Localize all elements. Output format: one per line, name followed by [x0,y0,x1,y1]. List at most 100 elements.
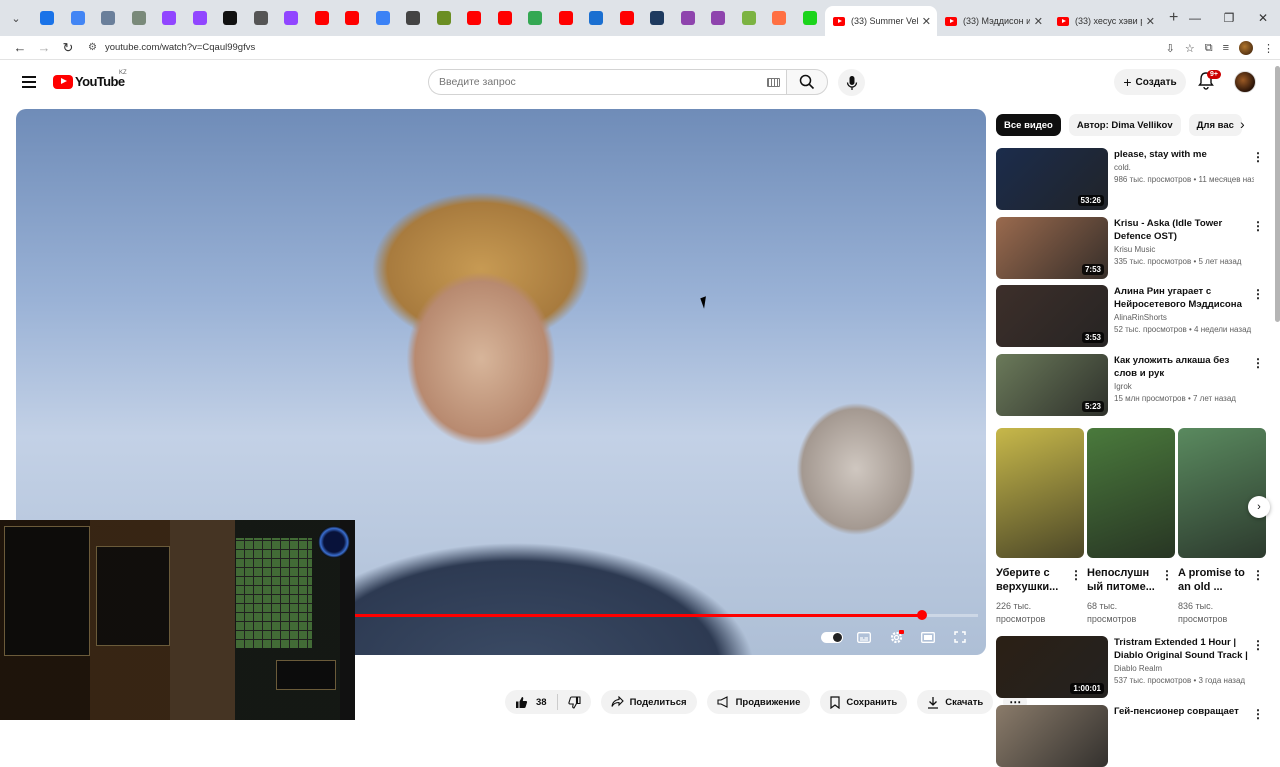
pinned-tab[interactable] [581,0,612,36]
more-vert-icon[interactable]: ⋮ [1252,219,1264,233]
recommended-video[interactable]: 1:00:01 Tristram Extended 1 Hour | Diablo… [996,636,1268,698]
progress-scrubber[interactable] [916,610,927,620]
url-field[interactable]: ⚙ youtube.com/watch?v=Cqaul99gfvs [88,42,255,53]
short-title[interactable]: Уберите с верхушки... [996,566,1066,594]
menu-icon[interactable] [22,76,36,88]
recommended-video[interactable]: 53:26 please, stay with me cold. 986 тыс. п… [996,148,1268,210]
short-title[interactable]: Непослушн ый питоме... [1087,566,1157,594]
tab[interactable]: (33) Мэддисон игр ✕ [937,6,1049,36]
pinned-tab[interactable] [124,0,155,36]
video-thumbnail[interactable]: 53:26 [996,148,1108,210]
video-title[interactable]: Алина Рин угарает с Нейросетевого Мэддис… [1114,285,1254,311]
pinned-tab[interactable] [429,0,460,36]
video-thumbnail[interactable]: 7:53 [996,217,1108,279]
close-tab-icon[interactable]: ✕ [1034,15,1043,28]
subtitles-button[interactable] [848,627,880,647]
recommended-video[interactable]: Гей-пенсионер совращает ⋮ [996,705,1268,767]
like-button[interactable]: 38 [505,694,558,710]
profile-avatar[interactable] [1239,41,1253,55]
pinned-tab[interactable] [520,0,551,36]
share-button[interactable]: Поделиться [600,690,697,714]
pinned-tab[interactable] [734,0,765,36]
page-scrollbar[interactable] [1275,66,1280,322]
restore-icon[interactable]: ❐ [1212,0,1246,36]
install-icon[interactable]: ⇩ [1166,42,1175,55]
dislike-button[interactable] [558,694,591,710]
fullscreen-button[interactable] [944,627,976,647]
bookmark-star-icon[interactable]: ☆ [1185,42,1195,55]
voice-search-button[interactable] [838,69,865,96]
channel-name[interactable]: AlinaRinShorts [1114,313,1254,322]
extensions-icon[interactable]: ⧉ [1205,42,1213,55]
account-avatar[interactable] [1234,71,1256,93]
more-vert-icon[interactable]: ⋮ [1252,707,1264,721]
more-vert-icon[interactable]: ⋮ [1161,568,1173,582]
shorts-next-button[interactable]: › [1248,496,1270,518]
channel-name[interactable]: Diablo Realm [1114,664,1254,673]
short-thumbnail[interactable] [1087,428,1175,558]
short-item[interactable]: A promise to an old ... 836 тыс. просмот… [1178,428,1266,626]
youtube-logo[interactable]: YouTube KZ [53,70,127,89]
video-thumbnail[interactable]: 1:00:01 [996,636,1108,698]
minimize-icon[interactable]: — [1178,0,1212,36]
recommended-video[interactable]: 3:53 Алина Рин угарает с Нейросетевого Мэ… [996,285,1268,347]
miniplayer-button[interactable] [912,627,944,647]
reload-icon[interactable]: ↻ [56,36,80,60]
channel-name[interactable]: cold. [1114,163,1254,172]
close-tab-icon[interactable]: ✕ [1146,15,1155,28]
settings-button[interactable] [880,627,912,647]
chip-for-you[interactable]: Для вас [1188,114,1242,136]
video-title[interactable]: Как уложить алкаша без слов и рук [1114,354,1254,380]
keyboard-icon[interactable] [767,78,780,87]
pinned-tab[interactable] [307,0,338,36]
pinned-tab[interactable] [154,0,185,36]
pinned-tab[interactable] [185,0,216,36]
pinned-tab[interactable] [337,0,368,36]
tab[interactable]: (33) хесус хэви ра ✕ [1049,6,1161,36]
pinned-tab[interactable] [93,0,124,36]
short-thumbnail[interactable] [1178,428,1266,558]
search-input[interactable] [439,76,739,88]
pinned-tab[interactable] [764,0,795,36]
browser-menu-icon[interactable]: ⋮ [1263,42,1274,55]
pinned-tab[interactable] [398,0,429,36]
new-tab-icon[interactable]: + [1169,9,1178,27]
pinned-tab[interactable] [459,0,490,36]
chevron-right-icon[interactable]: › [1240,116,1245,132]
close-tab-icon[interactable]: ✕ [922,15,931,28]
site-info-icon[interactable]: ⚙ [88,42,97,53]
more-vert-icon[interactable]: ⋮ [1252,150,1264,164]
more-vert-icon[interactable]: ⋮ [1252,287,1264,301]
tab-active[interactable]: (33) Summer Vellik ✕ [825,6,937,36]
promote-button[interactable]: Продвижение [706,690,811,714]
video-title[interactable]: Tristram Extended 1 Hour | Diablo Origin… [1114,636,1254,662]
media-control-icon[interactable]: ≡ [1223,42,1229,54]
close-window-icon[interactable]: ✕ [1246,0,1280,36]
tab-search-icon[interactable]: ⌄ [0,0,32,36]
pinned-tab[interactable] [612,0,643,36]
channel-name[interactable]: Igrok [1114,382,1254,391]
video-thumbnail[interactable]: 5:23 [996,354,1108,416]
more-vert-icon[interactable]: ⋮ [1252,568,1264,582]
video-title[interactable]: Krisu - Aska (Idle Tower Defence OST) [1114,217,1254,243]
pinned-tab[interactable] [63,0,94,36]
chip-all[interactable]: Все видео [996,114,1061,136]
autoplay-toggle[interactable] [816,627,848,647]
video-title[interactable]: Гей-пенсионер совращает [1114,705,1254,718]
more-vert-icon[interactable]: ⋮ [1252,638,1264,652]
pinned-tab[interactable] [490,0,521,36]
video-thumbnail[interactable] [996,705,1108,767]
more-vert-icon[interactable]: ⋮ [1070,568,1082,582]
video-title[interactable]: please, stay with me [1114,148,1254,161]
pinned-tab[interactable] [795,0,826,36]
pinned-tab[interactable] [215,0,246,36]
back-icon[interactable]: ← [8,36,32,60]
short-title[interactable]: A promise to an old ... [1178,566,1248,594]
progress-bar[interactable] [355,610,978,620]
video-thumbnail[interactable]: 3:53 [996,285,1108,347]
forward-icon[interactable]: → [32,36,56,60]
save-button[interactable]: Сохранить [820,690,908,714]
recommended-video[interactable]: 7:53 Krisu - Aska (Idle Tower Defence OST… [996,217,1268,279]
channel-name[interactable]: Krisu Music [1114,245,1254,254]
pinned-tab[interactable] [673,0,704,36]
